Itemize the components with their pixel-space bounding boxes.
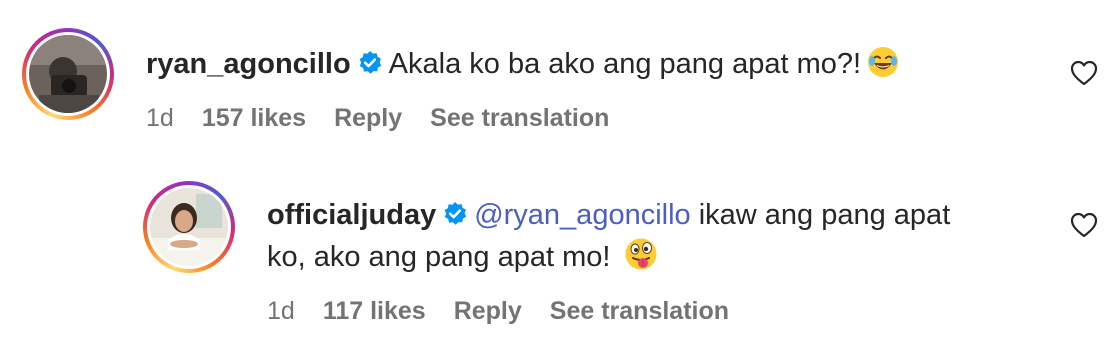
username-ryan[interactable]: ryan_agoncillo — [146, 48, 351, 80]
comment-meta-ryan: 1d 157 likes Reply See translation — [146, 104, 637, 133]
see-translation-link[interactable]: See translation — [430, 104, 609, 133]
likes-count[interactable]: 117 likes — [323, 297, 426, 326]
avatar-photo-ryan — [29, 35, 107, 113]
likes-count[interactable]: 157 likes — [202, 104, 306, 133]
avatar-juday[interactable] — [143, 181, 235, 273]
reply-button[interactable]: Reply — [454, 297, 522, 326]
mention-link[interactable]: @ryan_agoncillo — [474, 199, 690, 231]
avatar-photo-juday — [150, 188, 228, 266]
comment-text-juday-line1: ikaw ang pang apat — [698, 199, 951, 231]
heart-icon[interactable] — [1070, 60, 1098, 86]
verified-badge-icon — [442, 198, 468, 238]
username-juday[interactable]: officialjuday — [267, 199, 436, 231]
winking-face-with-tongue-icon — [624, 237, 658, 282]
heart-icon[interactable] — [1070, 212, 1098, 238]
reply-button[interactable]: Reply — [334, 104, 402, 133]
see-translation-link[interactable]: See translation — [550, 297, 729, 326]
comment-age: 1d — [267, 297, 295, 325]
comment-text-juday-line2: ko, ako ang pang apat mo! — [267, 241, 611, 273]
comment-age: 1d — [146, 104, 174, 132]
comment-meta-juday: 1d 117 likes Reply See translation — [267, 297, 757, 326]
comment-text-ryan: Akala ko ba ako ang pang apat mo?! — [388, 48, 862, 80]
face-with-tears-of-joy-icon — [867, 46, 899, 89]
verified-badge-icon — [357, 47, 383, 87]
avatar-ryan[interactable] — [22, 28, 114, 120]
